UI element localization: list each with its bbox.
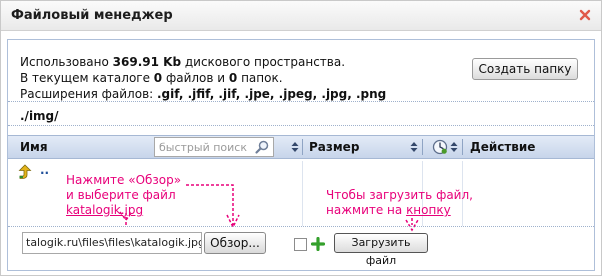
upload-hint-line: Чтобы загрузить файл, bbox=[326, 188, 473, 202]
storage-used-value: 369.91 Kb bbox=[112, 55, 182, 69]
column-header-action: Действие bbox=[470, 140, 536, 154]
browse-hint-filename: katalogik.jpg bbox=[66, 203, 144, 217]
file-path-input[interactable]: talogik.ru\files\files\katalogik.jpg bbox=[22, 232, 202, 254]
storage-used-line: Использовано 369.91 Kb дискового простра… bbox=[20, 54, 386, 70]
arrow-to-browse-button bbox=[186, 184, 240, 229]
upload-checkbox[interactable] bbox=[294, 238, 307, 251]
close-icon[interactable] bbox=[578, 8, 592, 22]
folders-word: папок. bbox=[237, 71, 283, 85]
divider bbox=[8, 101, 594, 102]
sort-arrows-icon[interactable] bbox=[410, 141, 418, 153]
file-manager-dialog: Файловый менеджер Использовано 369.91 Kb… bbox=[0, 0, 602, 276]
column-divider bbox=[302, 161, 303, 226]
extensions-line: Расширения файлов: .gif, .jfif, .jif, .j… bbox=[20, 86, 386, 102]
window-title: Файловый менеджер bbox=[11, 8, 173, 23]
upload-file-button[interactable]: Загрузить файл bbox=[334, 233, 428, 267]
browse-hint-annotation: Нажмите «Обзор» и выберите файл katalogi… bbox=[66, 173, 181, 218]
upload-hint-annotation: Чтобы загрузить файл, нажмите на кнопку bbox=[326, 188, 473, 218]
column-header-size[interactable]: Размер bbox=[309, 136, 359, 158]
search-icon[interactable] bbox=[254, 139, 270, 155]
parent-directory-link[interactable]: .. bbox=[40, 163, 49, 177]
upload-hint-prefix: нажмите на bbox=[326, 203, 407, 217]
upload-hint-link: кнопку bbox=[406, 203, 451, 217]
storage-used-suffix: дискового пространства. bbox=[181, 55, 346, 69]
column-header-name[interactable]: Имя bbox=[20, 136, 48, 158]
storage-info: Использовано 369.91 Kb дискового простра… bbox=[20, 54, 386, 102]
sort-arrows-icon[interactable] bbox=[450, 141, 458, 153]
column-divider bbox=[302, 139, 303, 155]
folder-up-icon[interactable] bbox=[18, 164, 32, 180]
create-folder-button[interactable]: Создать папку bbox=[472, 58, 578, 80]
files-word: файлов и bbox=[162, 71, 229, 85]
upload-hint-line: нажмите на кнопку bbox=[326, 203, 473, 218]
column-divider bbox=[462, 139, 463, 155]
storage-used-prefix: Использовано bbox=[20, 55, 113, 69]
column-divider bbox=[422, 139, 423, 155]
extensions-label: Расширения файлов: bbox=[20, 87, 157, 101]
current-path: ./img/ bbox=[20, 109, 59, 123]
sort-arrows-icon[interactable] bbox=[291, 141, 299, 153]
folders-count: 0 bbox=[228, 71, 238, 85]
clock-icon[interactable] bbox=[432, 139, 448, 155]
extensions-list: .gif, .jfif, .jif, .jpe, .jpeg, .jpg, .p… bbox=[157, 87, 387, 101]
title-bar: Файловый менеджер bbox=[1, 1, 601, 31]
catalog-count-line: В текущем каталоге 0 файлов и 0 папок. bbox=[20, 70, 386, 86]
catalog-prefix: В текущем каталоге bbox=[20, 71, 154, 85]
divider bbox=[8, 226, 594, 227]
add-file-icon[interactable] bbox=[310, 236, 326, 252]
table-header: Имя Размер bbox=[8, 135, 594, 159]
divider bbox=[8, 125, 594, 126]
browse-button[interactable]: Обзор... bbox=[204, 232, 266, 254]
file-manager-panel: Использовано 369.91 Kb дискового простра… bbox=[7, 39, 595, 271]
browse-hint-line: и выберите файл bbox=[66, 188, 176, 202]
browse-hint-line: Нажмите «Обзор» bbox=[66, 173, 182, 187]
files-count: 0 bbox=[153, 71, 163, 85]
arrow-to-upload-button bbox=[405, 218, 419, 232]
